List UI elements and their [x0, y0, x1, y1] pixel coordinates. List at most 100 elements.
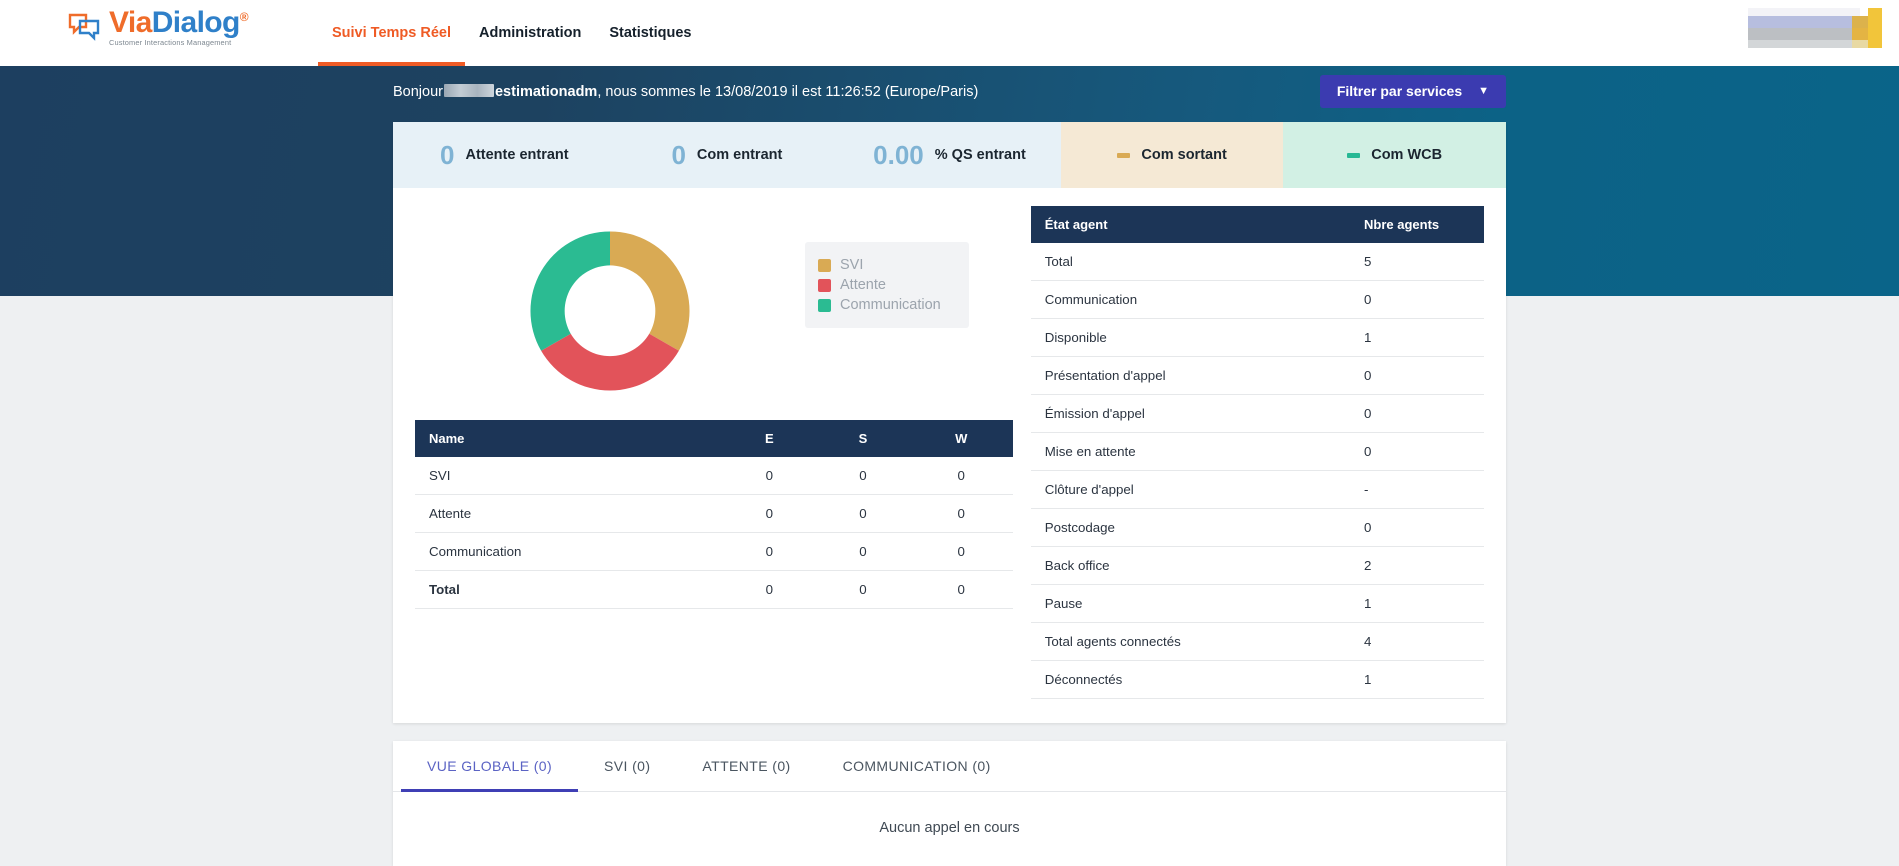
- legend-item-attente[interactable]: Attente: [818, 277, 941, 293]
- empty-state-message: Aucun appel en cours: [879, 820, 1020, 836]
- panel-left-column: SVI Attente Communication Name E S W SVI…: [415, 206, 1013, 699]
- cell-state: Présentation d'appel: [1030, 356, 1364, 395]
- greeting-text: Bonjour estimationadm, nous sommes le 13…: [393, 83, 978, 100]
- agent-table-head: État agent Nbre agents: [1030, 206, 1484, 243]
- kpi-attente-entrant[interactable]: 0 Attente entrant: [393, 122, 616, 188]
- table-row: SVI 0 0 0: [415, 457, 1013, 495]
- column-header-name: Name: [415, 420, 723, 457]
- cell-w: 0: [909, 494, 1013, 533]
- table-row: Mise en attente 0: [1030, 432, 1484, 471]
- cell-s: 0: [816, 570, 910, 609]
- cell-count: 1: [1364, 584, 1484, 623]
- dash-icon-gold: [1117, 152, 1131, 158]
- chart-legend: SVI Attente Communication: [805, 242, 969, 328]
- donut-slice-svi: [610, 231, 690, 351]
- table-row: Déconnectés 1: [1030, 660, 1484, 699]
- table-header-row: État agent Nbre agents: [1030, 206, 1484, 243]
- donut-slice-attente: [541, 333, 679, 391]
- speech-bubble-icon: [68, 12, 102, 42]
- table-row: Présentation d'appel 0: [1030, 356, 1484, 395]
- donut-slice-communication: [530, 231, 610, 351]
- greeting-username: estimationadm: [494, 83, 598, 100]
- kpi-com-wcb[interactable]: Com WCB: [1283, 122, 1506, 188]
- cell-state: Pause: [1030, 584, 1364, 623]
- panel-right-column: État agent Nbre agents Total 5 Communica…: [1030, 206, 1484, 699]
- column-header-e: E: [722, 420, 817, 457]
- cell-state: Clôture d'appel: [1030, 470, 1364, 509]
- kpi-label: % QS entrant: [934, 147, 1026, 163]
- table-row: Back office 2: [1030, 546, 1484, 585]
- calls-in-progress-card: VUE GLOBALE (0) SVI (0) ATTENTE (0) COMM…: [393, 741, 1506, 866]
- table-row: Clôture d'appel -: [1030, 470, 1484, 509]
- cell-state: Mise en attente: [1030, 432, 1364, 471]
- cell-state: Disponible: [1030, 318, 1364, 357]
- filter-by-services-button[interactable]: Filtrer par services ▼: [1319, 74, 1506, 108]
- cell-state: Total: [1030, 243, 1364, 281]
- cell-count: 0: [1364, 394, 1484, 433]
- tab-communication[interactable]: COMMUNICATION (0): [817, 741, 1017, 791]
- cell-count: 0: [1364, 432, 1484, 471]
- kpi-label: Com sortant: [1141, 147, 1227, 163]
- top-navigation-bar: ViaDialog® Customer Interactions Managem…: [0, 0, 1899, 66]
- kpi-label: Com entrant: [696, 147, 783, 163]
- table-row-total: Total 0 0 0: [415, 570, 1013, 609]
- kpi-label: Attente entrant: [465, 147, 569, 163]
- cell-s: 0: [816, 494, 910, 533]
- main-nav: Suivi Temps Réel Administration Statisti…: [318, 0, 706, 66]
- cell-count: 0: [1364, 508, 1484, 547]
- kpi-com-entrant[interactable]: 0 Com entrant: [615, 122, 839, 188]
- nav-item-suivi-temps-reel[interactable]: Suivi Temps Réel: [318, 0, 465, 66]
- logo-tagline: Customer Interactions Management: [109, 38, 232, 47]
- kpi-qs-entrant[interactable]: 0.00 % QS entrant: [838, 122, 1061, 188]
- table-row: Pause 1: [1030, 584, 1484, 623]
- logo-word-via: Via: [109, 6, 152, 39]
- redacted-account-area: [1740, 6, 1899, 48]
- donut-chart: [415, 206, 805, 408]
- nav-item-statistiques[interactable]: Statistiques: [595, 0, 705, 66]
- legend-item-communication[interactable]: Communication: [818, 297, 941, 313]
- cell-w: 0: [909, 457, 1013, 495]
- tab-attente[interactable]: ATTENTE (0): [676, 741, 816, 791]
- tab-svi[interactable]: SVI (0): [578, 741, 676, 791]
- viadialog-logo[interactable]: ViaDialog® Customer Interactions Managem…: [68, 6, 249, 47]
- cell-count: 0: [1364, 280, 1484, 319]
- cell-name: Communication: [415, 532, 723, 571]
- cell-count: 1: [1364, 660, 1484, 699]
- kpi-strip: 0 Attente entrant 0 Com entrant 0.00 % Q…: [393, 122, 1506, 188]
- cell-state: Postcodage: [1030, 508, 1364, 547]
- legend-swatch-svi: [818, 258, 831, 272]
- column-header-s: S: [816, 420, 910, 457]
- cell-state: Back office: [1030, 546, 1364, 585]
- greeting-prefix: Bonjour: [393, 83, 443, 100]
- cell-count: 2: [1364, 546, 1484, 585]
- cell-state: Émission d'appel: [1030, 394, 1364, 433]
- table-row: Total agents connectés 4: [1030, 622, 1484, 661]
- table-row: Attente 0 0 0: [415, 494, 1013, 533]
- kpi-com-sortant[interactable]: Com sortant: [1060, 122, 1284, 188]
- cell-count: 5: [1364, 243, 1484, 281]
- queue-table-head: Name E S W: [415, 420, 1013, 457]
- cell-name: Attente: [415, 494, 723, 533]
- cell-e: 0: [722, 494, 817, 533]
- tab-vue-globale[interactable]: VUE GLOBALE (0): [401, 741, 579, 792]
- legend-item-svi[interactable]: SVI: [818, 257, 941, 273]
- dash-icon-green: [1347, 152, 1361, 158]
- greeting-suffix: , nous sommes le 13/08/2019 il est 11:26…: [597, 83, 979, 100]
- legend-swatch-attente: [818, 278, 831, 292]
- table-row: Postcodage 0: [1030, 508, 1484, 547]
- kpi-value: 0: [671, 140, 686, 170]
- realtime-overview-panel: SVI Attente Communication Name E S W SVI…: [393, 188, 1506, 723]
- chart-row: SVI Attente Communication: [415, 206, 1013, 406]
- cell-e: 0: [722, 532, 817, 571]
- table-row: Communication 0 0 0: [415, 532, 1013, 571]
- nav-item-administration[interactable]: Administration: [465, 0, 595, 66]
- cell-name: Total: [415, 570, 723, 609]
- legend-label: Communication: [840, 297, 941, 313]
- kpi-value: 0.00: [873, 140, 924, 170]
- legend-swatch-communication: [818, 298, 831, 312]
- cell-count: 0: [1364, 356, 1484, 395]
- cell-state: Communication: [1030, 280, 1364, 319]
- table-header-row: Name E S W: [415, 420, 1013, 457]
- page-content: Bonjour estimationadm, nous sommes le 13…: [393, 66, 1506, 866]
- cell-count: 1: [1364, 318, 1484, 357]
